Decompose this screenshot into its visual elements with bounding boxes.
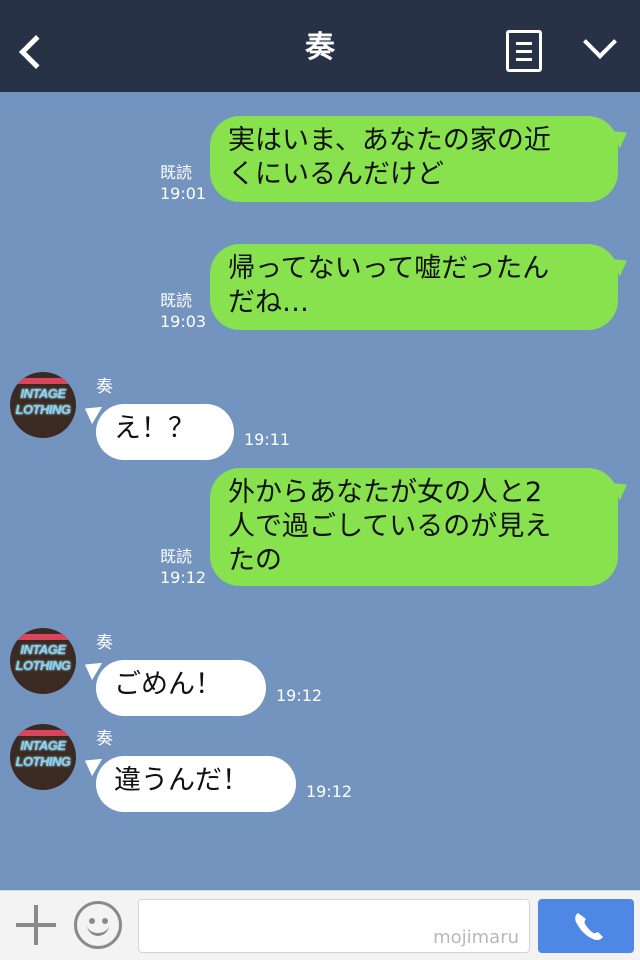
- message-meta: 既読 19:03: [160, 290, 206, 332]
- read-receipt: 既読: [160, 547, 193, 566]
- note-icon-line: [516, 58, 532, 61]
- plus-button[interactable]: [14, 903, 58, 947]
- avatar-stripe: [10, 730, 76, 736]
- message-time: 19:03: [160, 312, 207, 331]
- avatar-logo-text: LOTHING: [15, 754, 72, 769]
- read-receipt: 既読: [160, 163, 193, 182]
- sender-name: 奏: [96, 633, 113, 653]
- watermark-text: mojimaru: [433, 927, 519, 948]
- message-meta: 既読 19:12: [160, 546, 206, 588]
- message-bubble-incoming[interactable]: ごめん！: [96, 660, 266, 716]
- message-time: 19:11: [244, 430, 291, 449]
- message-input[interactable]: mojimaru: [138, 899, 530, 953]
- message-time: 19:12: [276, 686, 323, 705]
- message-bubble-outgoing[interactable]: 外からあなたが女の人と2 人で過ごしているのが見え たの: [210, 468, 618, 586]
- message-bubble-incoming[interactable]: え！？: [96, 404, 234, 460]
- message-line: だね…: [228, 287, 309, 318]
- menu-toggle-button[interactable]: [580, 25, 620, 66]
- message-bubble-outgoing[interactable]: 実はいま、あなたの家の近 くにいるんだけど: [210, 116, 618, 202]
- message-line: 外からあなたが女の人と2: [228, 477, 543, 508]
- message-text: え！？: [114, 413, 195, 444]
- avatar[interactable]: INTAGE LOTHING: [10, 628, 76, 694]
- note-icon: [516, 42, 532, 45]
- plus-icon-bar: [16, 923, 56, 927]
- message-line: 帰ってないって嘘だったん: [228, 253, 550, 284]
- message-text: ごめん！: [114, 669, 222, 700]
- input-bar: mojimaru: [0, 890, 640, 960]
- chat-header: 奏: [0, 0, 640, 92]
- avatar[interactable]: INTAGE LOTHING: [10, 724, 76, 790]
- sender-name: 奏: [96, 377, 113, 397]
- message-time: 19:01: [160, 184, 207, 203]
- emoji-button[interactable]: [74, 901, 122, 949]
- message-line: 実はいま、あなたの家の近: [228, 125, 551, 156]
- sender-name: 奏: [96, 729, 113, 749]
- smiley-icon-mouth: [87, 922, 109, 936]
- message-meta: 既読 19:01: [160, 162, 206, 204]
- message-bubble-incoming[interactable]: 違うんだ！: [96, 756, 296, 812]
- avatar-logo-text: LOTHING: [15, 658, 72, 673]
- message-time: 19:12: [306, 782, 353, 801]
- message-line: たの: [228, 545, 282, 576]
- avatar-logo-text: INTAGE: [20, 738, 66, 753]
- chat-timeline[interactable]: 実はいま、あなたの家の近 くにいるんだけど 既読 19:01 帰ってないって嘘だ…: [0, 92, 640, 890]
- avatar-stripe: [10, 378, 76, 384]
- avatar-stripe: [10, 634, 76, 640]
- chat-title: 奏: [305, 30, 335, 65]
- avatar[interactable]: INTAGE LOTHING: [10, 372, 76, 438]
- avatar-logo-text: LOTHING: [15, 402, 72, 417]
- avatar-logo-text: INTAGE: [20, 386, 66, 401]
- message-bubble-outgoing[interactable]: 帰ってないって嘘だったん だね…: [210, 244, 618, 330]
- read-receipt: 既読: [160, 291, 193, 310]
- message-line: くにいるんだけど: [228, 159, 444, 190]
- message-time: 19:12: [160, 568, 207, 587]
- message-line: 人で過ごしているのが見え: [228, 511, 552, 542]
- avatar-logo-text: INTAGE: [20, 642, 66, 657]
- memo-button[interactable]: [506, 30, 542, 72]
- message-text: 違うんだ！: [114, 765, 249, 796]
- phone-icon: [575, 913, 603, 941]
- note-icon-line: [516, 50, 532, 53]
- call-button[interactable]: [538, 899, 634, 953]
